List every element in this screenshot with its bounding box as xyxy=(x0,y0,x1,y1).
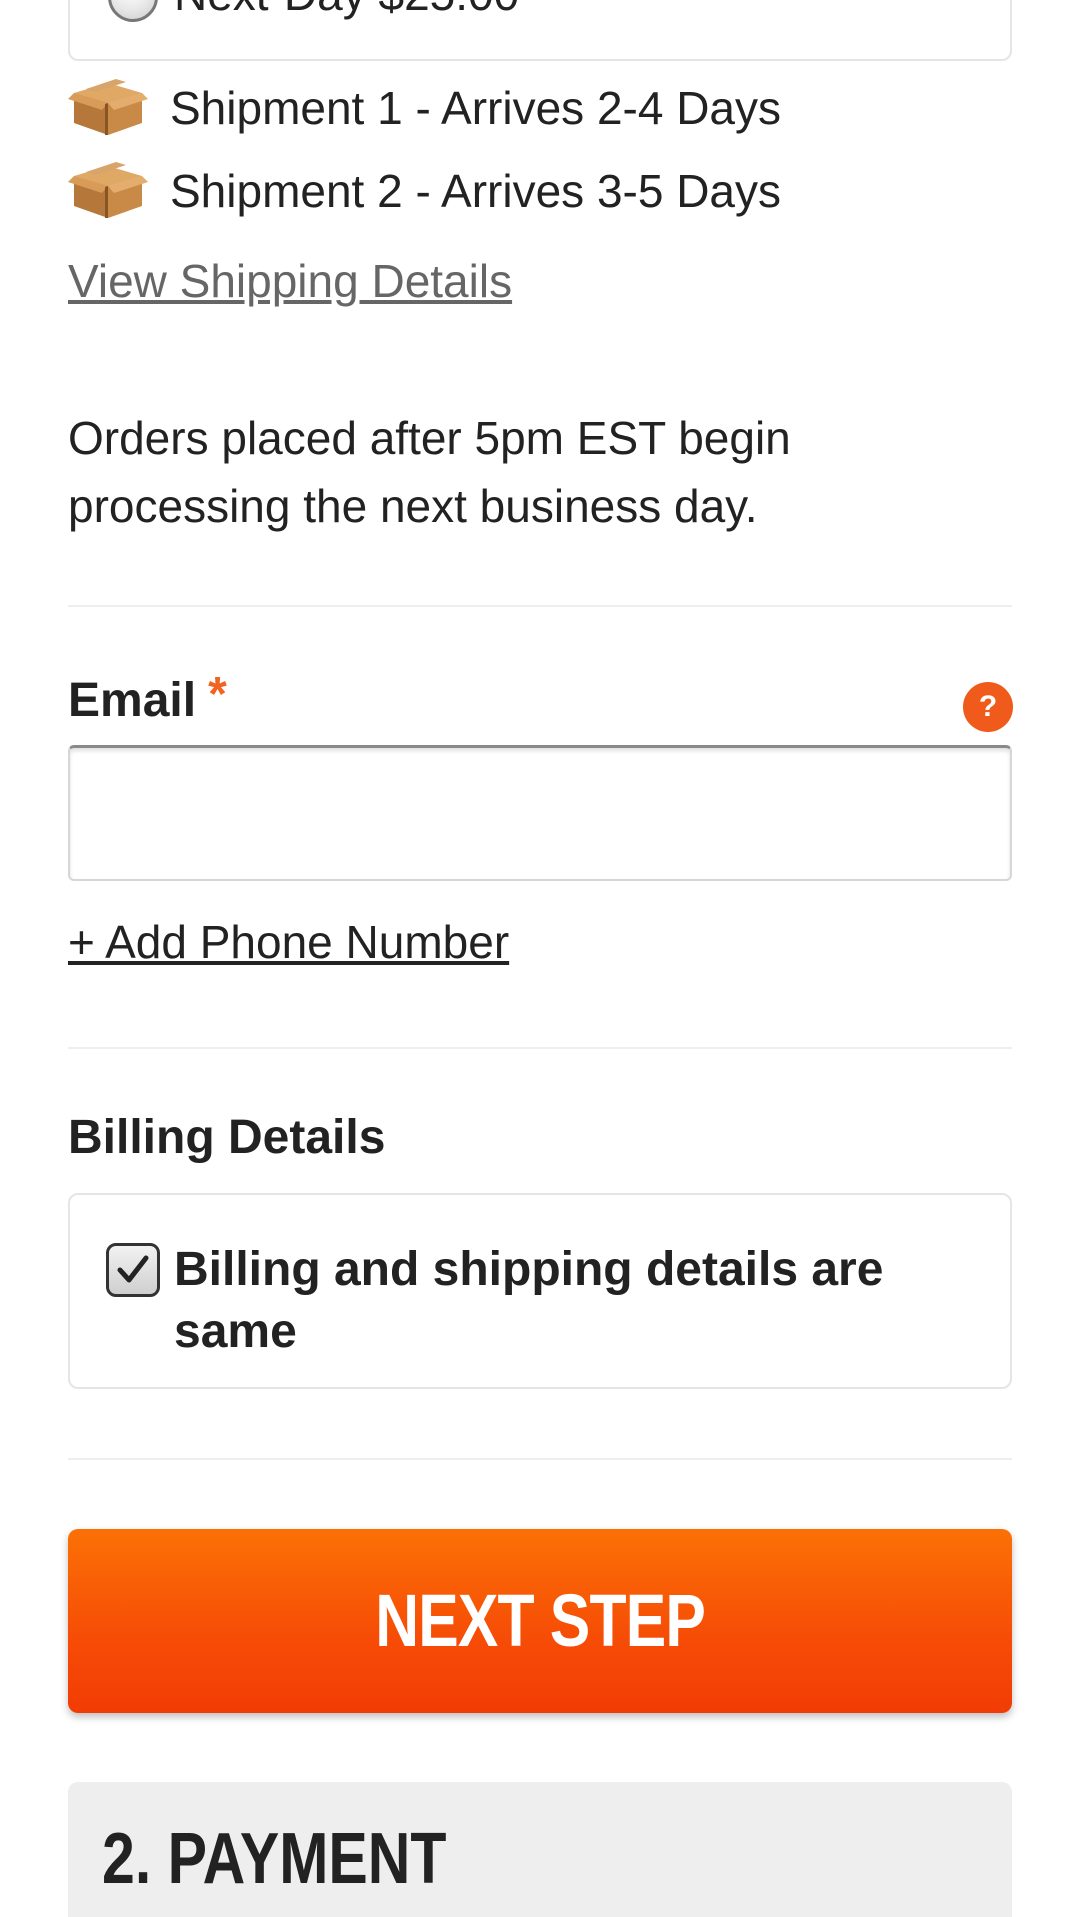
divider xyxy=(68,1458,1012,1460)
shipment-label: Shipment 1 - Arrives 2-4 Days xyxy=(170,82,782,134)
billing-same-label: Billing and shipping details are same xyxy=(174,1243,884,1358)
billing-same-card: Billing and shipping details are same xyxy=(68,1193,1012,1389)
payment-section[interactable]: 2. PAYMENT xyxy=(68,1782,1012,1917)
shipment-item: Shipment 1 - Arrives 2-4 Days xyxy=(68,78,781,138)
divider xyxy=(68,1047,1012,1049)
help-icon[interactable]: ? xyxy=(963,682,1013,732)
box-icon xyxy=(68,162,148,220)
shipping-option-radio[interactable] xyxy=(108,0,158,22)
view-shipping-details-link[interactable]: View Shipping Details xyxy=(68,254,512,308)
billing-details-title: Billing Details xyxy=(68,1111,386,1164)
shipment-label: Shipment 2 - Arrives 3-5 Days xyxy=(170,165,782,217)
shipping-option-label: Next-Day $25.00 xyxy=(174,0,519,20)
order-cutoff-notice: Orders placed after 5pm EST begin proces… xyxy=(68,412,791,532)
payment-title: 2. PAYMENT xyxy=(102,1819,447,1899)
shipping-option-card[interactable]: Next-Day $25.00 xyxy=(68,0,1012,61)
required-asterisk: * xyxy=(208,668,227,721)
box-icon xyxy=(68,79,148,137)
email-field[interactable] xyxy=(68,745,1012,881)
checkmark-icon xyxy=(117,1255,149,1283)
shipment-item: Shipment 2 - Arrives 3-5 Days xyxy=(68,161,781,221)
next-step-button[interactable]: NEXT STEP xyxy=(68,1529,1012,1713)
add-phone-number-link[interactable]: + Add Phone Number xyxy=(68,915,509,969)
email-label-text: Email xyxy=(68,674,197,727)
next-step-label: NEXT STEP xyxy=(375,1579,706,1662)
divider xyxy=(68,605,1012,607)
billing-same-checkbox[interactable] xyxy=(106,1243,160,1297)
email-label: Email * xyxy=(68,668,227,728)
